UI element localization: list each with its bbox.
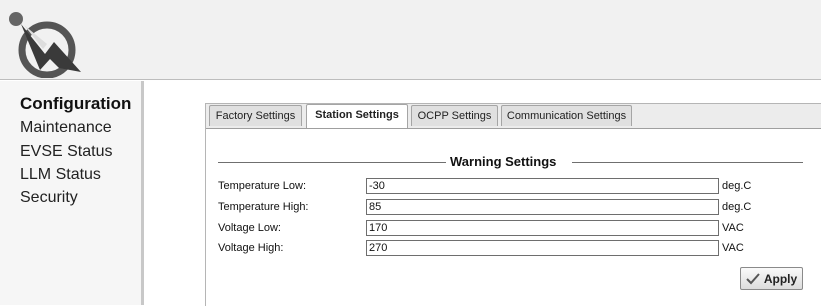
voltage-high-unit: VAC <box>722 242 744 254</box>
settings-panel: Factory Settings Station Settings OCPP S… <box>205 103 821 306</box>
tab-station-settings[interactable]: Station Settings <box>306 104 408 128</box>
sidebar-item-evse-status[interactable]: EVSE Status <box>20 142 113 162</box>
header-bar <box>0 0 821 80</box>
fieldset-divider-left <box>218 162 446 163</box>
apply-button[interactable]: Apply <box>740 267 803 290</box>
temperature-low-label: Temperature Low: <box>218 180 307 192</box>
checkmark-icon <box>746 272 760 284</box>
tab-bar: Factory Settings Station Settings OCPP S… <box>206 104 821 129</box>
voltage-high-label: Voltage High: <box>218 242 284 254</box>
temperature-high-input[interactable] <box>366 199 719 215</box>
sidebar-item-maintenance[interactable]: Maintenance <box>20 118 112 138</box>
lightning-logo-icon <box>9 12 81 78</box>
voltage-high-input[interactable] <box>366 240 719 256</box>
sidebar-item-llm-status[interactable]: LLM Status <box>20 165 101 185</box>
tab-factory-settings[interactable]: Factory Settings <box>209 105 302 126</box>
tab-communication-settings[interactable]: Communication Settings <box>501 105 632 126</box>
temperature-low-input[interactable] <box>366 178 719 194</box>
main-content: Factory Settings Station Settings OCPP S… <box>147 81 821 306</box>
voltage-low-unit: VAC <box>722 222 744 234</box>
fieldset-divider-right <box>572 162 803 163</box>
temperature-low-unit: deg.C <box>722 180 752 192</box>
temperature-high-unit: deg.C <box>722 201 752 213</box>
sidebar-item-configuration[interactable]: Configuration <box>20 94 131 114</box>
voltage-low-input[interactable] <box>366 220 719 236</box>
temperature-high-label: Temperature High: <box>218 201 309 213</box>
voltage-low-label: Voltage Low: <box>218 222 281 234</box>
sidebar: Configuration Maintenance EVSE Status LL… <box>0 81 144 305</box>
warning-settings-legend: Warning Settings <box>450 154 557 169</box>
apply-button-label: Apply <box>763 271 798 286</box>
tab-ocpp-settings[interactable]: OCPP Settings <box>411 105 498 126</box>
sidebar-item-security[interactable]: Security <box>20 188 78 208</box>
